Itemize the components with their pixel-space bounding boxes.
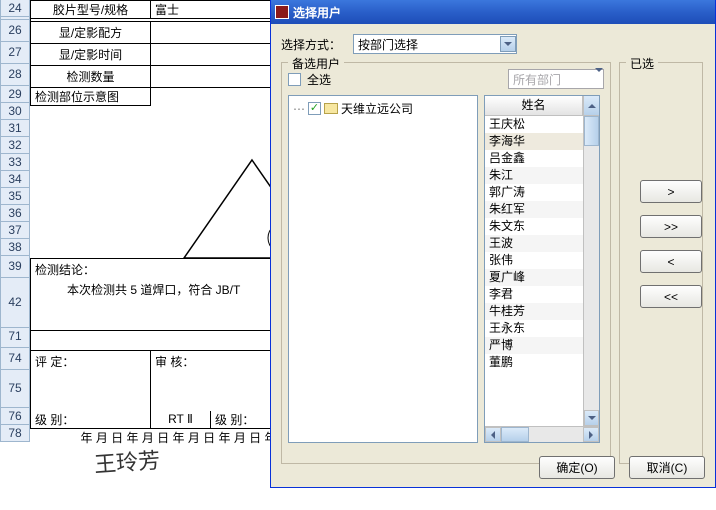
select-all-label: 全选 <box>307 71 331 88</box>
list-item[interactable]: 朱江 <box>485 167 583 184</box>
row-hdr[interactable]: 33 <box>0 154 30 171</box>
scroll-down-button[interactable] <box>584 410 599 426</box>
row-hdr[interactable]: 74 <box>0 348 30 370</box>
name-list: 姓名 王庆松李海华吕金鑫朱江郭广涛朱红军朱文东王波张伟夏广峰李君牛桂芳王永东严博… <box>484 95 600 443</box>
select-all-checkbox[interactable] <box>288 73 301 86</box>
list-item[interactable]: 王庆松 <box>485 116 583 133</box>
row-headers: 24 26 27 28 29 30 31 32 33 34 35 36 37 3… <box>0 0 30 442</box>
signature: 王玲芳 <box>93 443 161 480</box>
row-hdr[interactable]: 30 <box>0 103 30 120</box>
row-hdr[interactable]: 38 <box>0 239 30 256</box>
move-right-button[interactable]: > <box>640 180 702 203</box>
list-item[interactable]: 夏广峰 <box>485 269 583 286</box>
cancel-button[interactable]: 取消(C) <box>629 456 705 479</box>
row-hdr[interactable]: 28 <box>0 64 30 86</box>
row-hdr[interactable]: 37 <box>0 222 30 239</box>
dept-placeholder: 所有部门 <box>513 71 561 88</box>
folder-icon <box>324 103 338 114</box>
list-item[interactable]: 朱红军 <box>485 201 583 218</box>
cell[interactable]: RT Ⅱ <box>151 411 211 429</box>
row-hdr[interactable]: 35 <box>0 188 30 205</box>
chevron-down-icon[interactable] <box>500 36 516 52</box>
tree-node[interactable]: ⋯ 天维立远公司 <box>293 100 473 117</box>
row-hdr[interactable]: 34 <box>0 171 30 188</box>
dialog-title: 选择用户 <box>293 4 341 21</box>
cell[interactable]: 检测数量 <box>31 66 151 88</box>
candidates-group: 备选用户 全选 所有部门 ⋯ 天维立远公司 <box>281 62 611 464</box>
move-all-left-button[interactable]: << <box>640 285 702 308</box>
move-buttons: > >> < << <box>640 180 702 308</box>
select-method-label: 选择方式： <box>281 36 353 53</box>
row-hdr[interactable]: 31 <box>0 120 30 137</box>
cell[interactable]: 评 定： <box>31 351 151 373</box>
list-item[interactable]: 王永东 <box>485 320 583 337</box>
app-icon <box>275 5 289 19</box>
tree-label: 天维立远公司 <box>341 100 413 117</box>
list-item[interactable]: 李君 <box>485 286 583 303</box>
select-method-combo[interactable]: 按部门选择 <box>353 34 517 54</box>
tree-checkbox[interactable] <box>308 102 321 115</box>
scroll-thumb[interactable] <box>501 427 529 442</box>
horizontal-scrollbar[interactable] <box>485 426 599 442</box>
list-item[interactable]: 张伟 <box>485 252 583 269</box>
scroll-right-button[interactable] <box>583 427 599 442</box>
row-hdr[interactable]: 71 <box>0 328 30 348</box>
row-hdr[interactable]: 32 <box>0 137 30 154</box>
list-header[interactable]: 姓名 <box>485 96 583 115</box>
cell[interactable]: 检测部位示意图 <box>31 88 151 106</box>
row-hdr[interactable]: 29 <box>0 86 30 103</box>
cell[interactable]: 显/定影时间 <box>31 44 151 66</box>
scroll-left-button[interactable] <box>485 427 501 442</box>
row-hdr[interactable]: 36 <box>0 205 30 222</box>
list-item[interactable]: 李海华 <box>485 133 583 150</box>
list-item[interactable]: 郭广涛 <box>485 184 583 201</box>
vertical-scrollbar[interactable] <box>583 116 599 426</box>
dept-combo[interactable]: 所有部门 <box>508 69 604 89</box>
row-hdr[interactable]: 24 <box>0 0 30 17</box>
scroll-thumb[interactable] <box>584 116 599 146</box>
scroll-up-button[interactable] <box>583 96 599 115</box>
cell[interactable]: 显/定影配方 <box>31 22 151 44</box>
list-items[interactable]: 王庆松李海华吕金鑫朱江郭广涛朱红军朱文东王波张伟夏广峰李君牛桂芳王永东严博董鹏 <box>485 116 583 426</box>
combo-value: 按部门选择 <box>358 36 418 53</box>
ok-button[interactable]: 确定(O) <box>539 456 615 479</box>
row-hdr[interactable]: 42 <box>0 278 30 328</box>
row-hdr[interactable]: 39 <box>0 256 30 278</box>
row-hdr[interactable]: 75 <box>0 370 30 408</box>
titlebar[interactable]: 选择用户 <box>271 0 715 24</box>
row-hdr[interactable]: 76 <box>0 408 30 425</box>
row-hdr[interactable]: 78 <box>0 425 30 442</box>
group-legend: 备选用户 <box>288 55 344 72</box>
dept-tree[interactable]: ⋯ 天维立远公司 <box>288 95 478 443</box>
list-item[interactable]: 牛桂芳 <box>485 303 583 320</box>
move-left-button[interactable]: < <box>640 250 702 273</box>
list-item[interactable]: 朱文东 <box>485 218 583 235</box>
list-item[interactable]: 吕金鑫 <box>485 150 583 167</box>
row-hdr[interactable]: 27 <box>0 42 30 64</box>
cell[interactable]: 级 别： <box>31 411 151 429</box>
list-item[interactable]: 董鹏 <box>485 354 583 371</box>
group-legend: 已选 <box>626 55 658 72</box>
chevron-down-icon[interactable] <box>595 72 603 86</box>
row-hdr[interactable]: 26 <box>0 20 30 42</box>
list-item[interactable]: 严博 <box>485 337 583 354</box>
cell[interactable]: 胶片型号/规格 <box>31 1 151 19</box>
list-item[interactable]: 王波 <box>485 235 583 252</box>
move-all-right-button[interactable]: >> <box>640 215 702 238</box>
